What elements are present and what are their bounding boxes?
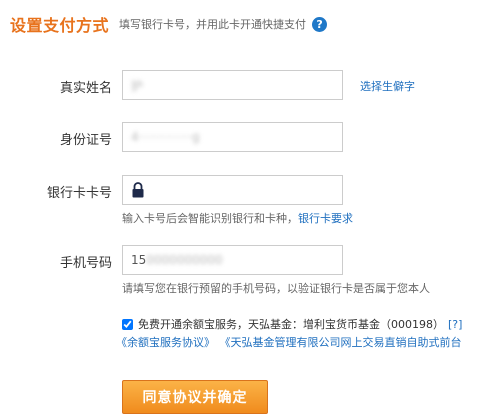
card-requirements-link[interactable]: 银行卡要求 (298, 212, 353, 225)
name-value: 护 (131, 78, 144, 93)
agree-and-confirm-button[interactable]: 同意协议并确定 (122, 380, 268, 414)
agreement-row: 免费开通余额宝服务，天弘基金：增利宝货币基金（000198） [?] (122, 316, 462, 332)
select-rare-char-link[interactable]: 选择生僻字 (360, 78, 415, 94)
help-icon[interactable]: ? (312, 16, 328, 32)
name-label: 真实姓名 (59, 81, 112, 96)
id-number-label: 身份证号 (59, 133, 112, 148)
agreement-links: 《余额宝服务协议》 《天弘基金管理有限公司网上交易直销自助式前台 (116, 334, 472, 350)
agreement-text: 免费开通余额宝服务，天弘基金：增利宝货币基金（000198） (138, 318, 444, 331)
header: 设置支付方式 填写银行卡号，并用此卡开通快捷支付 ? (10, 12, 328, 36)
agreement-help-link[interactable]: [?] (448, 318, 462, 331)
card-number-hint-text: 输入卡号后会智能识别银行和卡种， (122, 212, 298, 225)
lock-icon (131, 182, 145, 198)
card-number-field[interactable] (122, 175, 343, 205)
phone-value-rest: 0000000000 (146, 253, 223, 267)
page-title: 设置支付方式 (10, 16, 110, 35)
name-field[interactable]: 护 (122, 70, 343, 100)
yuebao-agreement-link[interactable]: 《余额宝服务协议》 (116, 336, 215, 349)
yuebao-checkbox[interactable] (122, 318, 133, 330)
tianhong-agreement-link[interactable]: 《天弘基金管理有限公司网上交易直销自助式前台 (225, 336, 462, 349)
phone-label: 手机号码 (59, 256, 112, 271)
card-number-label: 银行卡卡号 (46, 186, 112, 201)
phone-value-prefix: 15 (131, 253, 147, 267)
page-subtitle: 填写银行卡号，并用此卡开通快捷支付 (119, 18, 307, 31)
card-number-hint: 输入卡号后会智能识别银行和卡种，银行卡要求 (122, 210, 353, 226)
payment-setup-page: 设置支付方式 填写银行卡号，并用此卡开通快捷支付 ? 真实姓名 护 选择生僻字 … (0, 0, 495, 420)
phone-hint: 请填写您在银行预留的手机号码，以验证银行卡是否属于您本人 (122, 282, 430, 295)
id-number-field[interactable]: 4··············g (122, 122, 343, 152)
id-number-value: 4··············g (131, 130, 200, 144)
phone-field[interactable]: 15 0000000000 (122, 245, 343, 275)
